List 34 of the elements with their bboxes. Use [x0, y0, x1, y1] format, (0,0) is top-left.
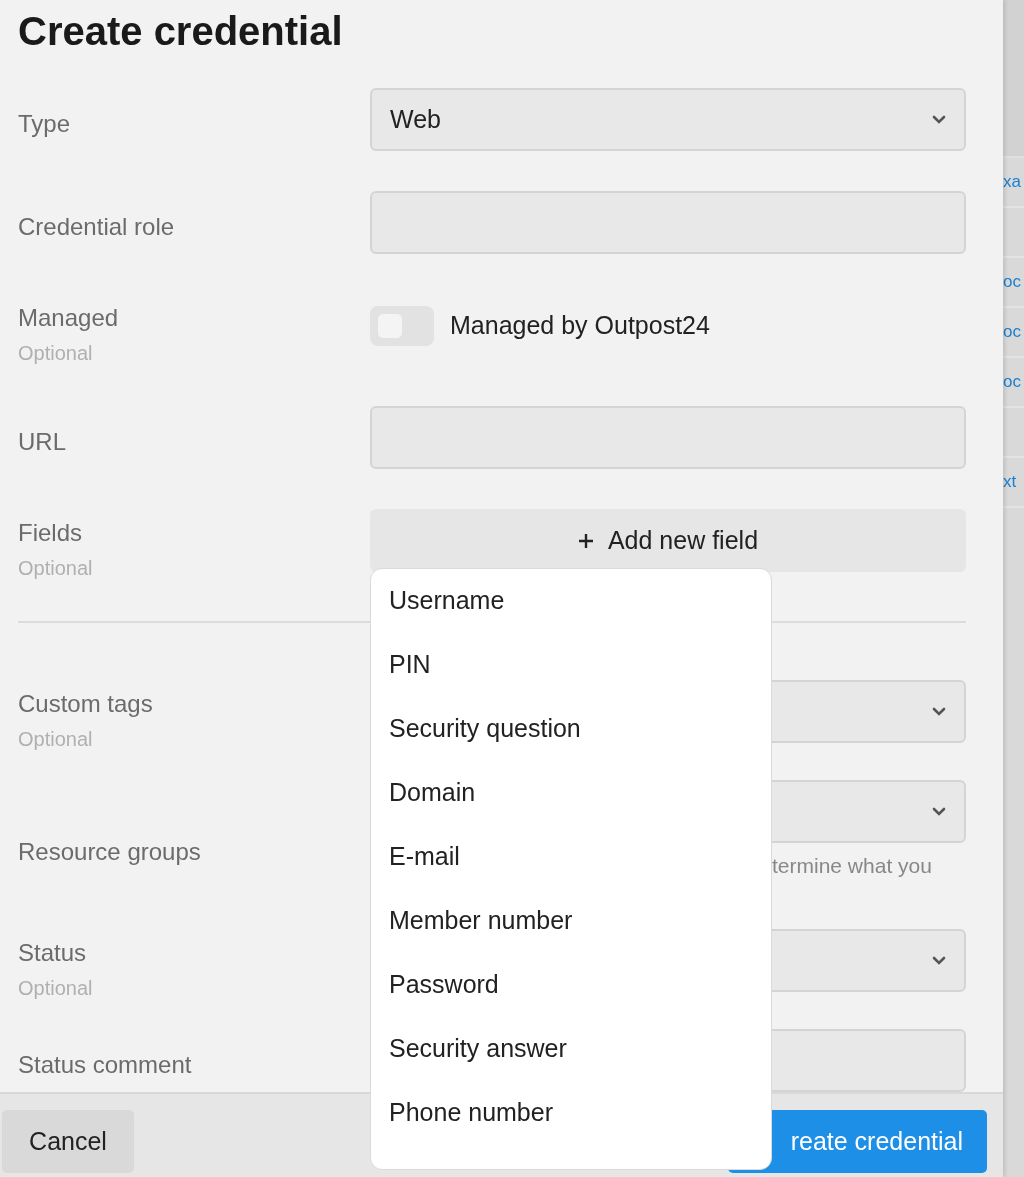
- field-label: Resource groups: [18, 838, 202, 866]
- dialog-title: Create credential: [18, 8, 344, 55]
- optional-hint: Optional: [18, 556, 94, 581]
- select-field[interactable]: Web: [370, 88, 966, 151]
- menu-item[interactable]: Domain: [371, 761, 771, 825]
- chevron-down-icon: [932, 807, 946, 816]
- menu-item[interactable]: E-mail: [371, 825, 771, 889]
- field-label: Status comment: [18, 1051, 193, 1079]
- cancel-button[interactable]: Cancel: [2, 1110, 134, 1173]
- field-label: Type: [18, 110, 72, 138]
- help-text: termine what you: [772, 853, 933, 879]
- plus-icon: [577, 532, 594, 549]
- field-label: Fields: [18, 519, 84, 547]
- menu-item[interactable]: PIN: [371, 633, 771, 697]
- optional-hint: Optional: [18, 727, 94, 752]
- field-label: URL: [18, 428, 67, 456]
- input-field[interactable]: [370, 191, 966, 254]
- menu-item[interactable]: Username: [371, 569, 771, 633]
- toggle-label: Managed by Outpost24: [450, 309, 710, 341]
- field-label: Credential role: [18, 213, 176, 241]
- add-field-button[interactable]: Add new field: [370, 509, 966, 572]
- field-label: Custom tags: [18, 690, 154, 718]
- chevron-down-icon: [932, 707, 946, 716]
- menu-item[interactable]: Password: [371, 953, 771, 1017]
- menu-item[interactable]: Security question: [371, 697, 771, 761]
- optional-hint: Optional: [18, 976, 94, 1001]
- menu-item[interactable]: Member number: [371, 889, 771, 953]
- chevron-down-icon: [932, 115, 946, 124]
- chevron-down-icon: [932, 956, 946, 965]
- menu-item[interactable]: Security answer: [371, 1017, 771, 1081]
- input-field[interactable]: [370, 406, 966, 469]
- optional-hint: Optional: [18, 341, 94, 366]
- field-label: Managed: [18, 304, 120, 332]
- field-label: Status: [18, 939, 88, 967]
